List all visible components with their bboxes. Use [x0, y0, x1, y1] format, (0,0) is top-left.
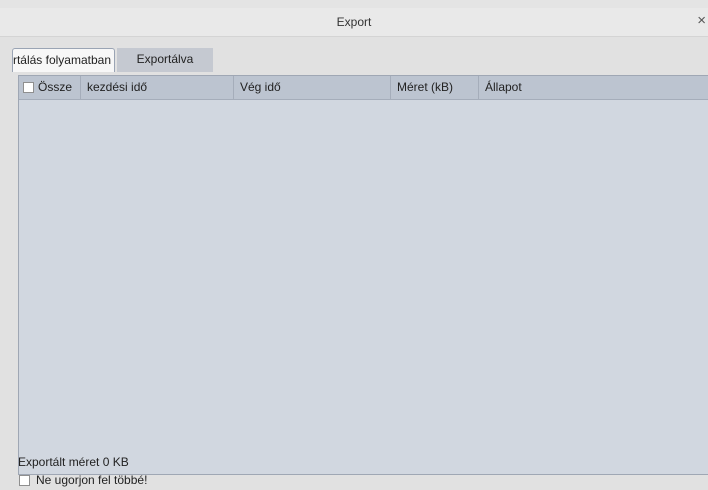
exported-size-label: Exportált méret 0 KB [18, 455, 129, 469]
dont-show-again-label: Ne ugorjon fel többé! [36, 473, 148, 487]
tab-exported-label: Exportálva [136, 52, 194, 66]
tab-exporting[interactable]: Exportálás folyamatban [12, 48, 115, 72]
dont-show-again-option[interactable]: Ne ugorjon fel többé! [19, 473, 147, 487]
tab-exported[interactable]: Exportálva [117, 48, 213, 72]
select-all-checkbox[interactable] [23, 82, 34, 93]
table-header: Össze kezdési idő Vég idő Méret (kB) Áll… [19, 76, 708, 100]
title-bar: Export × [0, 8, 708, 37]
export-table: Össze kezdési idő Vég idő Méret (kB) Áll… [18, 75, 708, 475]
dont-show-again-checkbox[interactable] [19, 475, 30, 486]
export-dialog: Export × Exportálás folyamatban Exportál… [0, 0, 708, 490]
column-header-start-time[interactable]: kezdési idő [81, 76, 234, 99]
column-header-select-all[interactable]: Össze [19, 76, 81, 99]
table-body [19, 100, 708, 474]
select-all-label: Össze [38, 80, 73, 94]
window-title: Export [336, 15, 372, 29]
column-header-size[interactable]: Méret (kB) [391, 76, 479, 99]
dialog-content: Exportálás folyamatban Exportálva Össze … [0, 37, 708, 490]
close-icon[interactable]: × [697, 13, 706, 28]
column-header-status[interactable]: Állapot [479, 76, 708, 99]
column-header-end-time[interactable]: Vég idő [234, 76, 391, 99]
tab-exporting-label: Exportálás folyamatban [12, 53, 111, 67]
